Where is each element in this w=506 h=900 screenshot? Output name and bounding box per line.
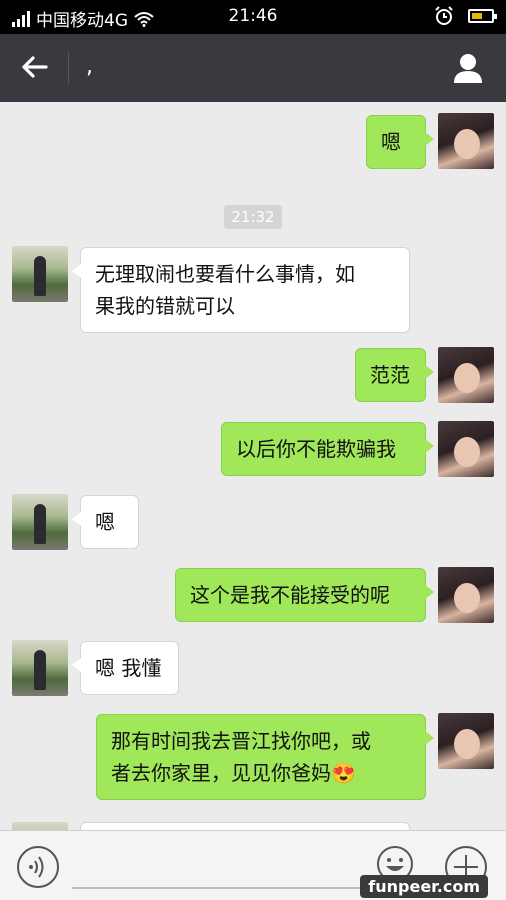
message-bubble-outgoing[interactable]: 嗯 (366, 115, 434, 169)
header-divider (68, 52, 69, 84)
back-arrow-icon[interactable] (18, 50, 52, 84)
contact-avatar[interactable] (12, 640, 68, 696)
timestamp-badge: 21:32 (224, 205, 282, 229)
message-bubble-outgoing[interactable]: 这个是我不能接受的呢 (175, 568, 434, 622)
message-bubble-incoming[interactable]: 无理取闹也要看什么事情，如 果我的错就可以 (72, 247, 410, 333)
my-avatar[interactable] (438, 421, 494, 477)
message-input[interactable] (72, 887, 362, 889)
contact-avatar[interactable] (12, 822, 68, 830)
status-bar: 中国移动4G 21:46 (0, 0, 506, 34)
chat-title: , (86, 54, 93, 79)
battery-icon (468, 9, 497, 23)
clock: 21:46 (228, 6, 278, 26)
message-bubble-incoming[interactable]: 嗯 我懂 (72, 641, 179, 695)
input-bar: funpeer.com (0, 830, 506, 900)
contact-avatar[interactable] (12, 246, 68, 302)
my-avatar[interactable] (438, 567, 494, 623)
my-avatar[interactable] (438, 113, 494, 169)
watermark: funpeer.com (360, 875, 488, 898)
chat-header: , (0, 34, 506, 102)
message-bubble-incoming[interactable] (80, 822, 410, 830)
my-avatar[interactable] (438, 713, 494, 769)
voice-icon[interactable] (16, 845, 60, 889)
message-bubble-outgoing[interactable]: 那有时间我去晋江找你吧，或 者去你家里，见见你爸妈😍 (96, 714, 434, 800)
message-bubble-outgoing[interactable]: 以后你不能欺骗我 (221, 422, 434, 476)
my-avatar[interactable] (438, 347, 494, 403)
contact-avatar[interactable] (12, 494, 68, 550)
message-list[interactable]: 嗯 21:32 无理取闹也要看什么事情，如 果我的错就可以 范范 以后你不能欺骗… (0, 102, 506, 830)
alarm-icon (435, 6, 453, 25)
message-bubble-outgoing[interactable]: 范范 (355, 348, 434, 402)
message-bubble-incoming[interactable]: 嗯 (72, 495, 139, 549)
profile-icon[interactable] (452, 52, 484, 84)
status-right (434, 6, 497, 26)
